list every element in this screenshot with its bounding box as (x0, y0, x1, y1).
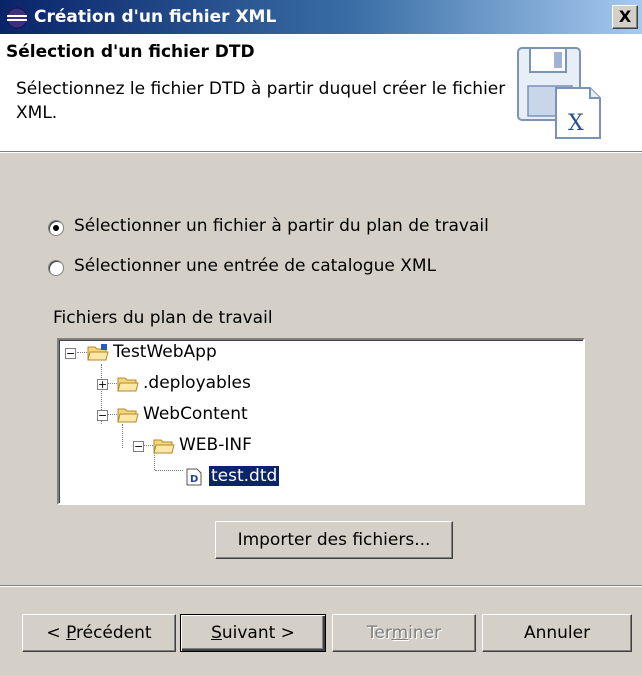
back-rest: récédent (76, 623, 152, 643)
import-files-button[interactable]: Importer des fichiers... (215, 521, 453, 559)
xml-file-wizard-icon: X (517, 47, 601, 139)
folder-icon (117, 377, 139, 392)
eclipse-icon (6, 7, 28, 29)
project-folder-icon (87, 344, 109, 361)
tree-item-webcontent[interactable]: − WebContent (59, 404, 359, 430)
window-title: Création d'un fichier XML (34, 7, 277, 27)
tree-item-label: WebContent (143, 404, 248, 424)
cancel-button[interactable]: Annuler (482, 614, 632, 652)
radio-label: Sélectionner une entrée de catalogue XML (74, 256, 437, 276)
finish-rest: iner (408, 623, 442, 643)
radio-workbench-file[interactable]: Sélectionner un fichier à partir du plan… (48, 216, 568, 242)
next-rest: uivant > (221, 623, 295, 643)
svg-text:D: D (190, 474, 198, 485)
collapse-icon[interactable]: − (65, 348, 76, 359)
radio-button-checked[interactable] (48, 220, 64, 236)
page-title: Sélection d'un fichier DTD (6, 42, 255, 62)
title-bar[interactable]: Création d'un fichier XML X (0, 0, 642, 34)
workbench-files-label: Fichiers du plan de travail (53, 308, 273, 328)
radio-button-unchecked[interactable] (48, 260, 64, 276)
back-prefix: < (46, 623, 67, 643)
tree-item-label: .deployables (143, 373, 251, 393)
collapse-icon[interactable]: − (97, 410, 108, 421)
collapse-icon[interactable]: − (133, 441, 144, 452)
tree-item-web-inf[interactable]: − WEB-INF (59, 435, 359, 461)
finish-before: Ter (366, 623, 392, 643)
next-mnemonic: S (211, 623, 222, 643)
header-separator (0, 151, 642, 153)
next-button[interactable]: Suivant > (180, 614, 326, 652)
footer-separator (0, 585, 642, 587)
page-description: Sélectionnez le fichier DTD à partir duq… (16, 79, 506, 123)
tree-item-testwebapp[interactable]: − TestWebApp (59, 342, 359, 368)
wizard-header: Sélection d'un fichier DTD Sélectionnez … (0, 34, 642, 151)
close-icon: X (618, 7, 632, 26)
back-mnemonic: P (66, 623, 77, 643)
radio-label: Sélectionner un fichier à partir du plan… (74, 216, 489, 236)
finish-mnemonic: m (391, 623, 409, 643)
tree-item-label: TestWebApp (113, 342, 217, 362)
tree-item-deployables[interactable]: + .deployables (59, 373, 359, 399)
dtd-file-icon: D (186, 468, 202, 486)
folder-icon (117, 408, 139, 423)
workbench-file-tree[interactable]: − TestWebApp + .deployables − WebContent… (57, 338, 585, 505)
finish-button[interactable]: Terminer (332, 614, 476, 652)
tree-item-label: test.dtd (207, 465, 281, 487)
expand-icon[interactable]: + (97, 379, 108, 390)
tree-item-label: WEB-INF (179, 435, 252, 455)
back-button[interactable]: < Précédent (22, 614, 176, 652)
folder-icon (153, 439, 175, 454)
tree-item-test-dtd[interactable]: D test.dtd (59, 465, 359, 492)
close-button[interactable]: X (612, 5, 638, 29)
radio-xml-catalog-entry[interactable]: Sélectionner une entrée de catalogue XML (48, 256, 568, 282)
svg-text:X: X (568, 111, 584, 136)
